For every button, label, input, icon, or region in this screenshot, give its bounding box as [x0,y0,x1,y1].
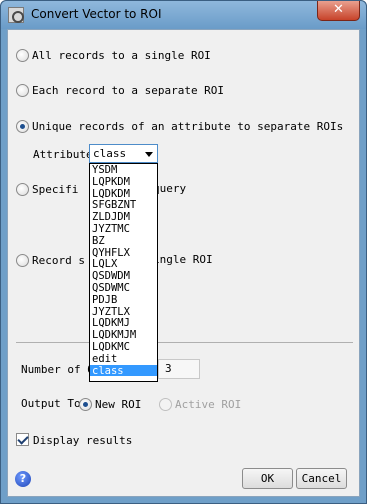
ok-button[interactable]: OK [242,468,293,489]
attribute-label: Attribute [33,148,93,161]
radio-record-single-roi[interactable] [16,253,29,267]
radio-unique-records[interactable] [16,119,29,133]
option-unique-records[interactable]: Unique records of an attribute to separa… [16,118,343,134]
attribute-option[interactable]: LQLX [90,258,157,270]
dialog-body: All records to a single ROI Each record … [7,29,360,497]
option-all-records-label: All records to a single ROI [32,48,211,62]
dialog-window: Convert Vector to ROI ✕ All records to a… [0,0,367,504]
attribute-option-selected[interactable]: class [90,364,157,376]
attribute-option[interactable]: LQDKMJM [90,329,157,341]
attribute-option[interactable]: YSDM [90,164,157,176]
attribute-option[interactable]: SFGBZNT [90,199,157,211]
section-divider [16,342,353,343]
attribute-option[interactable]: LQDKMJ [90,317,157,329]
radio-active-roi[interactable] [159,397,172,411]
display-results-label: Display results [33,434,133,447]
help-icon[interactable]: ? [15,471,31,487]
option-each-record-label: Each record to a separate ROI [32,83,225,97]
window-title: Convert Vector to ROI [31,7,162,21]
number-of-label: Number of O [21,363,94,376]
radio-each-record[interactable] [16,83,29,97]
output-active-roi-label: Active ROI [175,397,242,411]
option-record-single-roi-tail: ingle ROI [153,253,213,266]
attribute-selected-value: class [93,147,127,160]
output-new-roi-label: New ROI [95,397,142,411]
option-record-single-roi-label: Record s [32,253,85,267]
output-to-label: Output To [21,397,81,410]
option-specific-query-label: Specifi [32,182,79,196]
output-active-roi[interactable]: Active ROI [159,396,241,412]
attribute-option[interactable]: PDJB [90,294,157,306]
attribute-option[interactable]: QSDWMC [90,282,157,294]
attribute-option[interactable]: edit [90,353,157,365]
attribute-option[interactable]: LQDKDM [90,188,157,200]
attribute-option[interactable]: BZ [90,235,157,247]
attribute-option[interactable]: LQDKMC [90,341,157,353]
attribute-option[interactable]: LQPKDM [90,176,157,188]
cancel-button[interactable]: Cancel [296,468,347,489]
option-record-single-roi[interactable]: Record s [16,252,85,268]
attribute-option[interactable]: QSDWDM [90,270,157,282]
attribute-option[interactable]: JYZTMC [90,223,157,235]
radio-specific-query[interactable] [16,182,29,196]
attribute-option[interactable]: QYHFLX [90,247,157,259]
option-each-record[interactable]: Each record to a separate ROI [16,82,224,98]
title-bar[interactable]: Convert Vector to ROI ✕ [1,1,366,29]
option-unique-records-label: Unique records of an attribute to separa… [32,119,344,133]
app-icon [8,7,24,23]
attribute-select[interactable]: class [89,144,158,163]
attribute-dropdown-list[interactable]: YSDM LQPKDM LQDKDM SFGBZNT ZLDJDM JYZTMC… [89,163,158,382]
output-new-roi[interactable]: New ROI [79,396,141,412]
attribute-option[interactable]: ZLDJDM [90,211,157,223]
radio-new-roi[interactable] [79,397,92,411]
number-of-input[interactable]: 3 [158,359,200,379]
display-results-checkbox[interactable] [16,433,29,446]
option-specific-query[interactable]: Specifi [16,181,78,197]
chevron-down-icon[interactable] [145,152,153,157]
attribute-option[interactable]: JYZTLX [90,306,157,318]
option-all-records[interactable]: All records to a single ROI [16,47,211,63]
radio-all-records[interactable] [16,48,29,62]
close-button[interactable]: ✕ [317,1,360,21]
